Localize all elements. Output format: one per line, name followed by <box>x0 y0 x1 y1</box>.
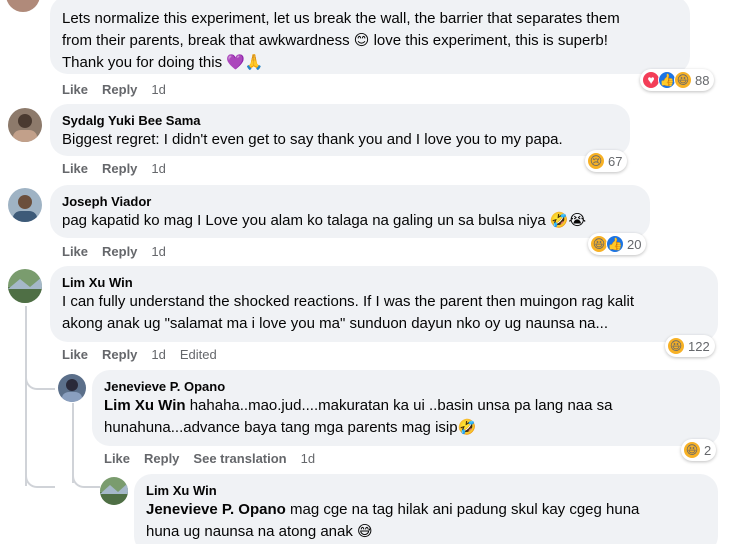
reply-button[interactable]: Reply <box>102 161 137 176</box>
avatar[interactable] <box>100 477 128 505</box>
mention-link[interactable]: Lim Xu Win <box>104 397 186 414</box>
thread-connector <box>25 370 55 390</box>
reaction-count[interactable]: 😆 2 <box>681 439 717 461</box>
comment-text-line: Thank you for doing this 💜🙏 <box>62 54 264 71</box>
sad-reaction-icon: 😢 <box>587 152 605 170</box>
comment-bubble: Joseph Viador pag kapatid ko mag I Love … <box>50 185 650 238</box>
reply-bubble: Lim Xu Win Jenevieve P. Opano mag cge na… <box>134 474 718 544</box>
see-translation-button[interactable]: See translation <box>193 451 286 466</box>
timestamp[interactable]: 1d <box>301 451 315 466</box>
comment-text-line: from their parents, break that awkwardne… <box>62 32 608 49</box>
timestamp[interactable]: 1d <box>151 82 165 97</box>
edited-label: Edited <box>179 347 217 362</box>
reaction-count-number: 2 <box>704 442 712 458</box>
avatar[interactable] <box>58 374 86 402</box>
reply-text-segment: hahaha..mao.jud....makuratan ka ui ..bas… <box>185 397 613 414</box>
reaction-count[interactable]: 😆 👍 20 <box>588 233 647 255</box>
reply-button[interactable]: Reply <box>102 82 137 97</box>
avatar[interactable] <box>8 108 42 142</box>
reaction-count-number: 122 <box>688 338 710 354</box>
avatar[interactable] <box>8 188 42 222</box>
comment-bubble: Lets normalize this experiment, let us b… <box>50 0 690 74</box>
haha-reaction-icon: 😆 <box>674 71 692 89</box>
reaction-count[interactable]: ♥ 👍 😆 88 <box>640 69 715 91</box>
reply-button[interactable]: Reply <box>102 347 137 362</box>
commenter-name[interactable]: Jenevieve P. Opano <box>104 378 708 395</box>
comment-actions: Like Reply 1d <box>62 161 166 176</box>
reaction-count[interactable]: 😢 67 <box>585 150 628 172</box>
reply-actions: Like Reply See translation 1d <box>104 451 315 466</box>
comment-bubble: Sydalg Yuki Bee Sama Biggest regret: I d… <box>50 104 630 156</box>
like-button[interactable]: Like <box>62 347 88 362</box>
reply-text-segment: mag cge na tag hilak ani padung skul kay… <box>285 501 640 518</box>
mention-link[interactable]: Jenevieve P. Opano <box>146 501 286 518</box>
like-button[interactable]: Like <box>62 82 88 97</box>
comment-text-line: Lets normalize this experiment, let us b… <box>62 10 620 27</box>
profile-photo-icon <box>13 114 37 142</box>
comment-bubble: Lim Xu Win I can fully understand the sh… <box>50 266 718 342</box>
reply-text-line: huna ug naunsa na atong anak 😅 <box>146 523 373 540</box>
comment-text-line: pag kapatid ko mag I Love you alam ko ta… <box>62 212 587 229</box>
profile-photo-icon <box>8 277 42 303</box>
like-button[interactable]: Like <box>104 451 130 466</box>
reply-text-line: Lim Xu Win hahaha..mao.jud....makuratan … <box>104 395 708 417</box>
avatar[interactable] <box>8 269 42 303</box>
profile-photo-icon <box>13 195 37 222</box>
timestamp[interactable]: 1d <box>151 244 165 259</box>
timestamp[interactable]: 1d <box>151 347 165 362</box>
reply-bubble: Jenevieve P. Opano Lim Xu Win hahaha..ma… <box>92 370 720 446</box>
reaction-count-number: 20 <box>627 236 642 252</box>
reply-button[interactable]: Reply <box>144 451 179 466</box>
profile-photo-icon <box>62 379 82 402</box>
like-button[interactable]: Like <box>62 244 88 259</box>
comment-actions: Like Reply 1d <box>62 244 166 259</box>
reply-button[interactable]: Reply <box>102 244 137 259</box>
comment-actions: Like Reply 1d Edited <box>62 347 217 362</box>
comment-text-line: I can fully understand the shocked react… <box>62 293 634 310</box>
commenter-name[interactable]: Joseph Viador <box>62 193 638 210</box>
commenter-name[interactable]: Lim Xu Win <box>62 274 706 291</box>
comment-actions: Like Reply 1d <box>62 82 166 97</box>
haha-reaction-icon: 😆 <box>683 441 701 459</box>
commenter-name[interactable]: Lim Xu Win <box>146 482 706 499</box>
thread-connector <box>72 466 100 488</box>
haha-reaction-icon: 😆 <box>667 337 685 355</box>
commenter-name[interactable]: Sydalg Yuki Bee Sama <box>62 112 618 129</box>
thread-connector <box>25 470 55 488</box>
comment-text-line: akong anak ug "salamat ma i love you ma"… <box>62 315 609 332</box>
like-button[interactable]: Like <box>62 161 88 176</box>
reaction-count-number: 88 <box>695 72 710 88</box>
reply-text-line: hunahuna...advance baya tang mga parents… <box>104 419 477 436</box>
reply-text-line: Jenevieve P. Opano mag cge na tag hilak … <box>146 499 706 521</box>
comment-text-line: Biggest regret: I didn't even get to say… <box>62 131 563 148</box>
profile-photo-icon <box>100 483 128 505</box>
thread-line <box>25 306 27 486</box>
timestamp[interactable]: 1d <box>151 161 165 176</box>
like-reaction-icon: 👍 <box>606 235 624 253</box>
reaction-count-number: 67 <box>608 153 623 169</box>
reaction-count[interactable]: 😆 122 <box>665 335 715 357</box>
avatar[interactable] <box>6 0 40 12</box>
